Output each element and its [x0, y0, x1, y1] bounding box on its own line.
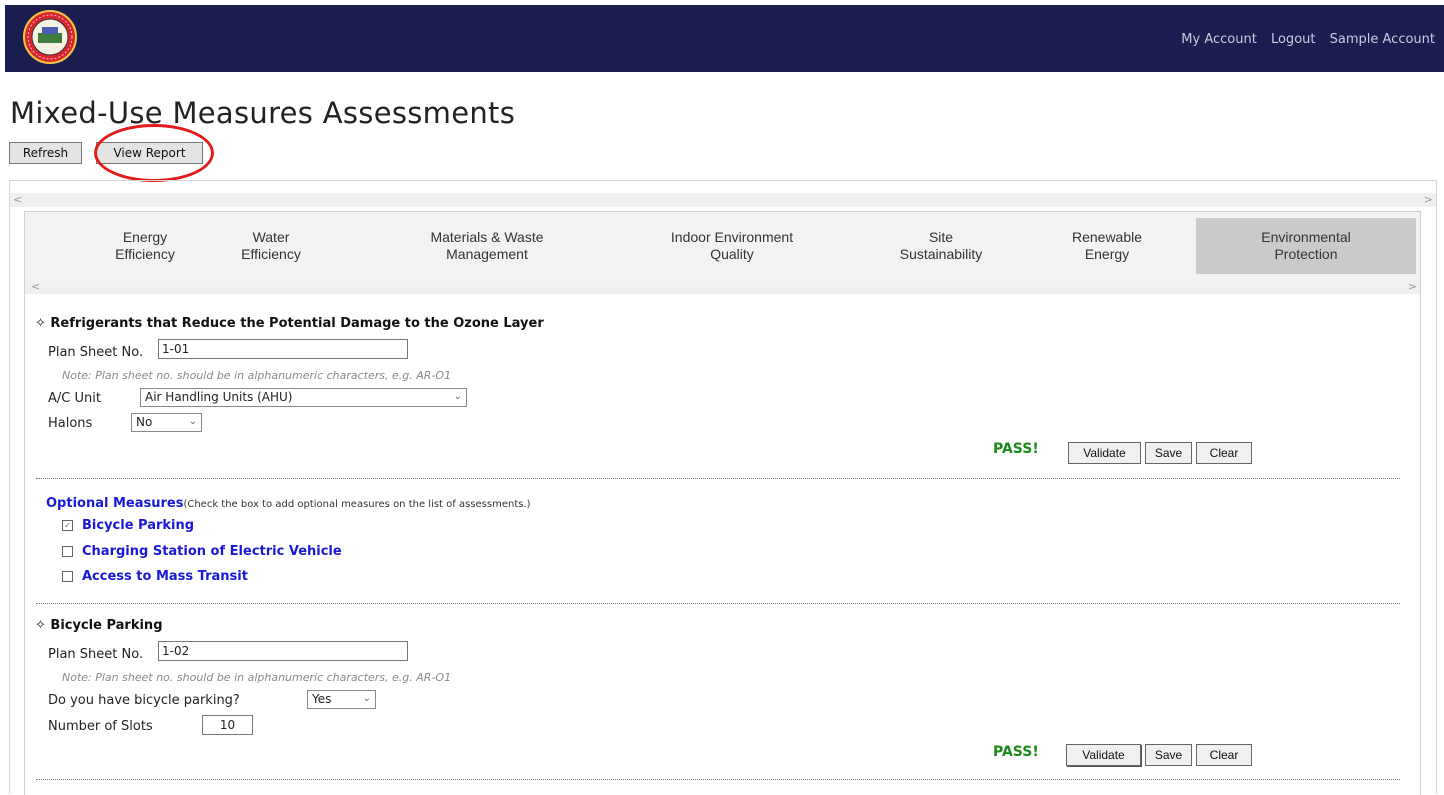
tab-site-sustainability[interactable]: Site Sustainability: [871, 218, 1011, 274]
plan-sheet-input[interactable]: 1-01: [158, 339, 408, 359]
status-badge: PASS!: [993, 744, 1039, 760]
save-button[interactable]: Save: [1145, 442, 1192, 464]
optional-item-bicycle-parking[interactable]: ✓ Bicycle Parking: [62, 518, 194, 533]
plan-sheet-label: Plan Sheet No.: [48, 345, 144, 360]
refresh-button[interactable]: Refresh: [9, 142, 82, 164]
optional-item-charging-station[interactable]: Charging Station of Electric Vehicle: [62, 544, 342, 559]
section-divider: [36, 603, 1400, 604]
category-tabs: Energy Efficiency Water Efficiency Mater…: [25, 212, 1420, 280]
logout-link[interactable]: Logout: [1271, 32, 1316, 47]
page-title: Mixed-Use Measures Assessments: [10, 96, 516, 130]
section-refrigerants-title: ✧ Refrigerants that Reduce the Potential…: [35, 316, 544, 331]
checkbox-icon[interactable]: [62, 571, 73, 582]
plan-sheet-note: Note: Plan sheet no. should be in alphan…: [62, 369, 452, 382]
account-links: My Account Logout Sample Account: [1171, 32, 1435, 47]
tab-energy-efficiency[interactable]: Energy Efficiency: [85, 218, 205, 274]
bicycle-parking-select[interactable]: Yes ⌄: [307, 690, 376, 709]
plan-sheet-note: Note: Plan sheet no. should be in alphan…: [62, 671, 452, 684]
slots-input[interactable]: 10: [202, 715, 253, 735]
scroll-left-icon[interactable]: <: [13, 193, 22, 207]
checkbox-checked-icon[interactable]: ✓: [62, 520, 73, 531]
plan-sheet-label: Plan Sheet No.: [48, 647, 144, 662]
tab-renewable-energy[interactable]: Renewable Energy: [1047, 218, 1167, 274]
section-divider: [36, 779, 1400, 780]
save-button[interactable]: Save: [1145, 744, 1192, 766]
clear-button[interactable]: Clear: [1196, 744, 1252, 766]
halons-select[interactable]: No ⌄: [131, 413, 202, 432]
optional-measures-heading: Optional Measures(Check the box to add o…: [46, 496, 531, 511]
status-badge: PASS!: [993, 441, 1039, 457]
chevron-down-icon: ⌄: [188, 416, 197, 427]
tabs-scroll-left-icon[interactable]: <: [31, 280, 40, 294]
ac-unit-select[interactable]: Air Handling Units (AHU) ⌄: [140, 388, 467, 407]
city-seal-logo: [23, 10, 77, 64]
clear-button[interactable]: Clear: [1196, 442, 1252, 464]
diamond-bullet-icon: ✧: [35, 316, 51, 331]
checkbox-icon[interactable]: [62, 546, 73, 557]
scroll-right-icon[interactable]: >: [1424, 193, 1433, 207]
tab-environmental-protection[interactable]: Environmental Protection: [1196, 218, 1416, 274]
ac-unit-label: A/C Unit: [48, 391, 101, 406]
top-navigation-bar: My Account Logout Sample Account: [5, 5, 1444, 72]
slots-label: Number of Slots: [48, 719, 153, 734]
halons-label: Halons: [48, 416, 93, 431]
section-bicycle-parking-title: ✧ Bicycle Parking: [35, 618, 163, 633]
section-divider: [36, 478, 1400, 479]
view-report-button[interactable]: View Report: [96, 142, 203, 164]
optional-item-mass-transit[interactable]: Access to Mass Transit: [62, 569, 248, 584]
sample-account-link[interactable]: Sample Account: [1330, 32, 1435, 47]
plan-sheet-input[interactable]: 1-02: [158, 641, 408, 661]
tab-indoor-environment-quality[interactable]: Indoor Environment Quality: [637, 218, 827, 274]
bicycle-parking-question-label: Do you have bicycle parking?: [48, 693, 240, 708]
tabs-scroll-right-icon[interactable]: >: [1408, 280, 1417, 294]
validate-button[interactable]: Validate: [1068, 442, 1141, 464]
my-account-link[interactable]: My Account: [1181, 32, 1257, 47]
validate-button[interactable]: Validate: [1066, 744, 1141, 766]
chevron-down-icon: ⌄: [362, 693, 371, 704]
tab-materials-waste-management[interactable]: Materials & Waste Management: [397, 218, 577, 274]
tab-water-efficiency[interactable]: Water Efficiency: [211, 218, 331, 274]
outer-horizontal-scrollbar[interactable]: < >: [10, 193, 1436, 207]
tabs-horizontal-scrollbar[interactable]: < >: [25, 280, 1420, 294]
diamond-bullet-icon: ✧: [35, 618, 51, 633]
chevron-down-icon: ⌄: [453, 391, 462, 402]
